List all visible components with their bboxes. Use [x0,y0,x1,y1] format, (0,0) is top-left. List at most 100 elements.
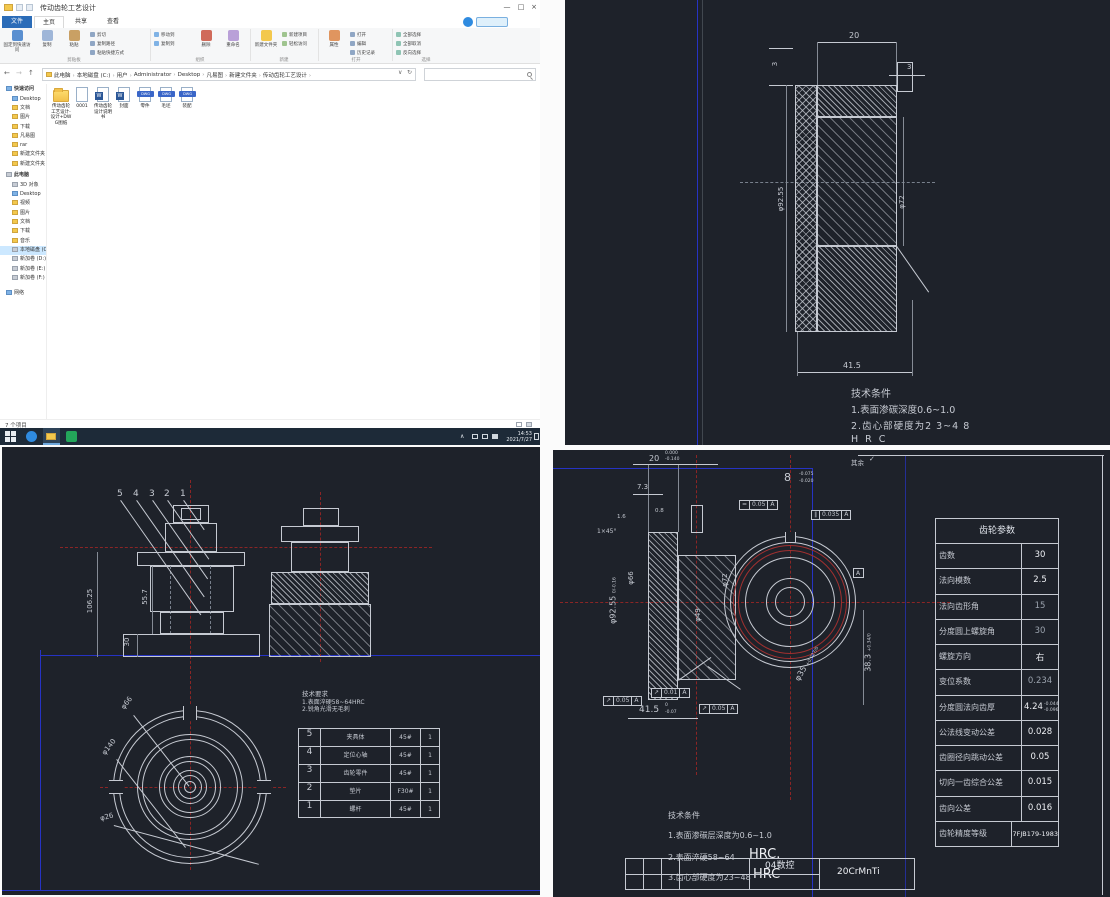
tab-share[interactable]: 共享 [66,16,96,28]
maximize-button[interactable]: □ [515,1,527,13]
file-item-dwg-folder[interactable]: 传动齿轮工艺设计-设计+DWG图纸 [50,87,72,126]
address-dropdown-icon[interactable]: ∨ [398,69,402,76]
balloon-1: 1 [180,489,186,499]
breadcrumb-segment[interactable]: 传动齿轮工艺设计 [263,71,313,79]
move-to-icon [154,32,159,37]
sidebar-item-documents-pc[interactable]: 文档 [0,218,46,227]
plugin-icon[interactable] [463,17,473,27]
file-item-cover[interactable]: W 封面 [113,87,135,110]
edit-button[interactable]: 编辑 [350,41,366,49]
breadcrumb-segment[interactable]: Administrator [134,72,178,78]
dim-7-3: 7.3 [637,483,648,491]
plugin-badge[interactable] [476,17,508,27]
sidebar-item-this-pc[interactable]: 此电脑 [0,171,46,180]
quick-toolbar-icon[interactable] [16,4,23,11]
paste-shortcut-icon [90,50,95,55]
start-button[interactable] [5,431,16,442]
breadcrumb-segment[interactable]: 本地磁盘 (C:) [77,71,117,79]
select-none-button[interactable]: 全部取消 [396,41,421,49]
copy-button[interactable]: 复制 [33,30,61,48]
view-thumbnails-icon[interactable] [526,422,532,427]
sidebar-item-videos[interactable]: 视频 [0,199,46,208]
sidebar-item-network[interactable]: 网络 [0,289,46,298]
sidebar-item-local-disk-c[interactable]: 本地磁盘 (C:) [0,246,46,255]
sidebar-item-music[interactable]: 音乐 [0,237,46,246]
new-item-button[interactable]: 新建项目 [282,32,307,40]
forward-icon[interactable]: → [16,69,22,77]
file-item-0001[interactable]: 0001 [71,87,93,110]
file-item-blank-dwg[interactable]: DWG 毛坯 [155,87,177,110]
tab-file[interactable]: 文件 [2,16,32,28]
gdt-runout-1: ↗0.05A [603,696,642,706]
folder-icon [12,114,18,119]
clock[interactable]: 14:53 2021/7/27 [504,431,532,443]
breadcrumb-segment[interactable]: 用户 [117,71,134,79]
file-item-design-doc[interactable]: W 传动齿轮设计说明书 [92,87,114,121]
sidebar-item-fanyitu[interactable]: 凡易图 [0,132,46,141]
sidebar-item-desktop-pc[interactable]: Desktop [0,190,46,199]
select-all-button[interactable]: 全部选择 [396,32,421,40]
sidebar-item-volume-e[interactable]: 新加卷 (E:) [0,265,46,274]
sidebar-item-desktop[interactable]: Desktop [0,95,46,104]
select-none-icon [396,41,401,46]
copy-to-button[interactable]: 复制到 [154,41,175,49]
sidebar-item-3d-objects[interactable]: 3D 对象 [0,181,46,190]
sidebar-item-quick-access[interactable]: 快速访问 [0,85,46,94]
minimize-button[interactable]: — [501,1,513,13]
close-button[interactable]: × [528,1,540,13]
sidebar-item-volume-f[interactable]: 新加卷 (F:) [0,274,46,283]
tray-chevron-icon[interactable]: ∧ [460,433,464,440]
volume-tray-icon[interactable] [482,434,488,439]
sidebar-item-volume-d[interactable]: 新加卷 (D:) [0,255,46,264]
sidebar-item-pictures[interactable]: 图片 [0,113,46,122]
file-item-assembly-dwg[interactable]: DWG 装配 [176,87,198,110]
sidebar-item-downloads-pc[interactable]: 下载 [0,227,46,236]
move-to-button[interactable]: 移动到 [154,32,175,40]
sidebar-item-pictures-pc[interactable]: 图片 [0,209,46,218]
sidebar-item-downloads[interactable]: 下载 [0,123,46,132]
green-app-icon[interactable] [66,431,77,442]
sidebar-item-new-folder-2[interactable]: 新建文件夹 (2) [0,160,46,169]
sidebar-divider[interactable] [46,84,47,420]
view-list-icon[interactable] [516,422,522,427]
quick-toolbar-icon[interactable] [26,4,33,11]
browser-icon[interactable] [26,431,37,442]
sidebar-item-documents[interactable]: 文档 [0,104,46,113]
paste-button[interactable]: 粘贴 [60,30,88,48]
paste-icon [69,30,80,41]
up-icon[interactable]: ↑ [28,69,34,77]
search-input[interactable] [424,68,536,81]
ribbon: 固定到快速访问 复制 粘贴 剪切 复制路径 粘贴快捷方式 剪贴板 移动到 复制到… [0,28,540,64]
window-folder-icon [4,4,13,11]
copy-path-button[interactable]: 复制路径 [90,41,115,49]
properties-icon [329,30,340,41]
gear-teeth-section [795,85,817,332]
rename-button[interactable]: 重命名 [219,30,247,48]
new-folder-button[interactable]: 新建文件夹 [252,30,280,48]
ime-tray-icon[interactable] [492,434,498,439]
tab-home[interactable]: 主页 [34,16,64,28]
invert-selection-icon [396,50,401,55]
tab-view[interactable]: 查看 [98,16,128,28]
properties-button[interactable]: 属性 [320,30,348,48]
breadcrumb-segment[interactable]: 凡易图 [206,71,229,79]
taskbar-explorer-active[interactable] [43,428,60,445]
breadcrumb-segment[interactable]: 此电脑 [54,71,77,79]
open-button[interactable]: 打开 [350,32,366,40]
breadcrumb-segment[interactable]: 新建文件夹 [229,71,263,79]
refresh-icon[interactable]: ↻ [407,69,412,76]
desktop-icon [12,191,18,196]
address-folder-icon [46,72,52,77]
network-tray-icon[interactable] [472,434,478,439]
sidebar-item-rar[interactable]: rar [0,141,46,150]
breadcrumb-segment[interactable]: Desktop [178,72,207,78]
back-icon[interactable]: ← [4,69,10,77]
file-item-part-dwg[interactable]: DWG 零件 [134,87,156,110]
cut-button[interactable]: 剪切 [90,32,106,40]
sidebar-item-new-folder[interactable]: 新建文件夹 [0,150,46,159]
delete-button[interactable]: 删除 [192,30,220,48]
address-bar[interactable]: 此电脑 本地磁盘 (C:) 用户 Administrator Desktop 凡… [42,68,416,81]
notification-icon[interactable] [534,433,539,440]
easy-access-button[interactable]: 轻松访问 [282,41,307,49]
pin-to-quick-access-button[interactable]: 固定到快速访问 [3,30,31,53]
